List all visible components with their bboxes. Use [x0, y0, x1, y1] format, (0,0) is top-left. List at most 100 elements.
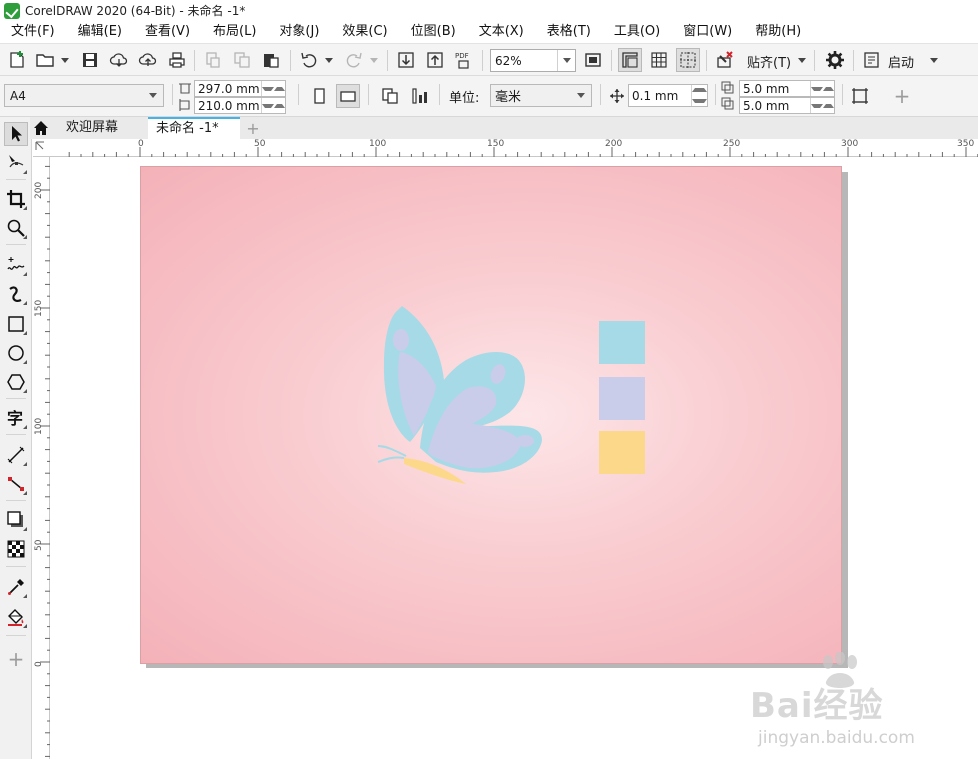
drop-shadow-tool[interactable] [4, 508, 28, 532]
zoom-dropdown-arrow[interactable] [557, 50, 575, 71]
eyedropper-tool[interactable] [4, 575, 28, 599]
menu-table[interactable]: 表格(T) [540, 21, 598, 43]
current-page-button[interactable] [408, 84, 432, 108]
portrait-button[interactable] [307, 84, 331, 108]
vertical-ruler[interactable]: 200 150 100 50 0 [33, 157, 50, 759]
redo-button[interactable] [342, 48, 366, 72]
shape-tool[interactable] [4, 151, 28, 175]
spin-up[interactable] [273, 98, 285, 113]
page-size-dropdown[interactable]: A4 [4, 84, 164, 107]
customize-toolbox-button[interactable]: + [4, 647, 28, 671]
parallel-dimension-tool[interactable] [4, 443, 28, 467]
nudge-distance-value[interactable]: 0.1 mm [632, 89, 691, 103]
export-button[interactable] [423, 48, 447, 72]
menu-edit[interactable]: 编辑(E) [71, 21, 129, 43]
menu-view[interactable]: 查看(V) [138, 21, 197, 43]
show-rulers-button[interactable] [618, 48, 642, 72]
snap-off-button[interactable] [713, 48, 737, 72]
save-button[interactable] [78, 48, 102, 72]
redo-dropdown-arrow[interactable] [370, 58, 378, 63]
cloud-export-button[interactable] [136, 48, 160, 72]
menu-window[interactable]: 窗口(W) [676, 21, 739, 43]
page-height-value[interactable]: 210.0 mm [198, 99, 261, 113]
rectangle-tool[interactable] [4, 312, 28, 336]
import-button[interactable] [394, 48, 418, 72]
snap-to-label[interactable]: 贴齐(T) [747, 52, 791, 71]
add-toolbar-button[interactable]: + [890, 84, 914, 108]
landscape-button[interactable] [336, 84, 360, 108]
full-screen-preview-button[interactable] [581, 48, 605, 72]
spin-up[interactable] [273, 81, 285, 96]
duplicate-y-value[interactable]: 5.0 mm [743, 99, 810, 113]
transparency-tool[interactable] [4, 537, 28, 561]
snap-to-dropdown-arrow[interactable] [798, 58, 806, 63]
cut-button[interactable] [201, 48, 225, 72]
duplicate-x-spinner[interactable] [810, 81, 834, 96]
zoom-level-value[interactable]: 62% [491, 54, 557, 68]
menu-help[interactable]: 帮助(H) [748, 21, 808, 43]
yellow-color-swatch[interactable] [599, 431, 645, 474]
undo-dropdown-arrow[interactable] [325, 58, 333, 63]
launch-label[interactable]: 启动 [888, 52, 914, 71]
undo-button[interactable] [297, 48, 321, 72]
page-height-spinner[interactable] [261, 98, 285, 113]
cloud-import-button[interactable] [107, 48, 131, 72]
new-document-button[interactable] [5, 48, 29, 72]
page-width-spinner[interactable] [261, 81, 285, 96]
page-width-field[interactable]: 297.0 mm [194, 80, 286, 97]
artistic-media-tool[interactable] [4, 282, 28, 306]
duplicate-y-spinner[interactable] [810, 98, 834, 113]
freehand-tool[interactable] [4, 253, 28, 277]
menu-object[interactable]: 对象(J) [272, 21, 326, 43]
ellipse-tool[interactable] [4, 341, 28, 365]
spin-up[interactable] [692, 85, 707, 96]
publish-pdf-button[interactable]: PDF [452, 48, 476, 72]
page-height-field[interactable]: 210.0 mm [194, 97, 286, 114]
spin-down[interactable] [811, 81, 823, 96]
duplicate-distance-x-field[interactable]: 5.0 mm [739, 80, 835, 97]
print-button[interactable] [165, 48, 189, 72]
blue-color-swatch[interactable] [599, 321, 645, 364]
spin-up[interactable] [822, 81, 834, 96]
spin-up[interactable] [822, 98, 834, 113]
launch-button[interactable] [860, 48, 884, 72]
open-dropdown-arrow[interactable] [61, 58, 69, 63]
show-grid-button[interactable] [647, 48, 671, 72]
duplicate-distance-y-field[interactable]: 5.0 mm [739, 97, 835, 114]
menu-file[interactable]: 文件(F) [4, 21, 62, 43]
show-guidelines-button[interactable] [676, 48, 700, 72]
menu-bitmaps[interactable]: 位图(B) [404, 21, 463, 43]
spin-down[interactable] [811, 98, 823, 113]
tab-welcome-screen[interactable]: 欢迎屏幕 [60, 117, 150, 139]
duplicate-x-value[interactable]: 5.0 mm [743, 82, 810, 96]
menu-text[interactable]: 文本(X) [472, 21, 531, 43]
tab-untitled-document[interactable]: 未命名 -1* [148, 117, 240, 139]
new-document-tab-button[interactable]: + [244, 117, 262, 139]
spin-down[interactable] [262, 81, 274, 96]
ruler-origin-icon[interactable] [33, 139, 51, 157]
polygon-tool[interactable] [4, 370, 28, 394]
launch-dropdown-arrow[interactable] [930, 58, 938, 63]
home-tab[interactable] [30, 117, 52, 139]
menu-tools[interactable]: 工具(O) [607, 21, 667, 43]
zoom-tool[interactable] [4, 216, 28, 240]
spin-down[interactable] [262, 98, 274, 113]
all-pages-button[interactable] [378, 84, 402, 108]
text-tool[interactable]: 字 [4, 406, 28, 430]
connector-tool[interactable] [4, 472, 28, 496]
menu-layout[interactable]: 布局(L) [206, 21, 263, 43]
zoom-level-combobox[interactable]: 62% [490, 49, 576, 72]
open-button[interactable] [33, 48, 57, 72]
butterfly-artwork[interactable] [370, 296, 550, 488]
pick-tool[interactable] [4, 122, 28, 146]
copy-button[interactable] [230, 48, 254, 72]
units-dropdown[interactable]: 毫米 [490, 84, 592, 107]
crop-tool[interactable] [4, 187, 28, 211]
nudge-distance-field[interactable]: 0.1 mm [628, 84, 708, 107]
nudge-distance-spinner[interactable] [691, 85, 707, 106]
page-border-button[interactable] [848, 84, 872, 108]
horizontal-ruler[interactable]: 0 50 100 150 200 250 300 350 [33, 139, 978, 157]
spin-down[interactable] [692, 96, 707, 107]
page-width-value[interactable]: 297.0 mm [198, 82, 261, 96]
lavender-color-swatch[interactable] [599, 377, 645, 420]
